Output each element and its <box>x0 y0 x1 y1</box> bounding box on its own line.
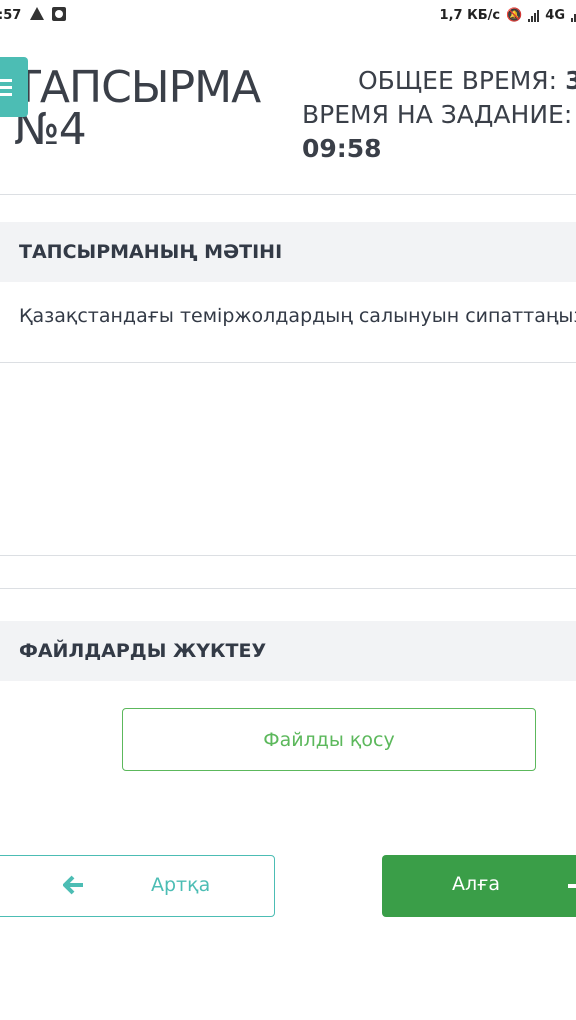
record-icon <box>52 7 66 21</box>
task-time-value: 09:58 <box>302 134 382 163</box>
total-time-label: ОБЩЕЕ ВРЕМЯ: <box>358 66 558 95</box>
task-section-heading: ТАПСЫРМАНЫҢ МӘТІНІ <box>0 222 576 282</box>
answer-divider-bottom <box>0 588 576 589</box>
mute-icon: 🔕 <box>506 8 523 23</box>
total-time: ОБЩЕЕ ВРЕМЯ: 39 <box>302 64 576 98</box>
signal-icon <box>528 9 540 22</box>
files-section-heading: ФАЙЛДАРДЫ ЖҮКТЕУ <box>0 621 576 681</box>
add-file-button[interactable]: Файлды қосу <box>122 708 536 771</box>
hamburger-icon[interactable] <box>0 57 28 117</box>
status-right: 1,7 КБ/с 🔕 4G <box>440 8 576 23</box>
back-button-label: Артқа <box>151 874 211 896</box>
task-text: Қазақстандағы теміржолдардың салынуын си… <box>19 305 576 327</box>
next-button[interactable]: Алға <box>382 855 576 917</box>
task-time-label: ВРЕМЯ НА ЗАДАНИЕ: <box>302 100 573 129</box>
page-title: ТАПСЫРМА №4 <box>14 66 261 155</box>
network-speed: 1,7 КБ/с <box>439 8 501 23</box>
header-divider <box>0 194 576 195</box>
status-bar: :57 1,7 КБ/с 🔕 4G <box>0 0 576 32</box>
warning-icon <box>30 7 44 20</box>
timer-block: ОБЩЕЕ ВРЕМЯ: 39 ВРЕМЯ НА ЗАДАНИЕ: 09:58 <box>302 64 576 166</box>
page-title-line2: №4 <box>14 104 87 155</box>
arrow-left-icon <box>63 875 83 895</box>
answer-divider-top <box>0 555 576 556</box>
back-button[interactable]: Артқа <box>0 855 275 917</box>
network-type: 4G <box>545 8 565 23</box>
status-time: :57 <box>0 8 22 23</box>
arrow-right-icon <box>568 884 576 888</box>
total-time-value: 39 <box>565 66 576 95</box>
task-divider <box>0 362 576 363</box>
next-button-label: Алға <box>452 873 501 895</box>
signal2-icon <box>571 10 576 22</box>
